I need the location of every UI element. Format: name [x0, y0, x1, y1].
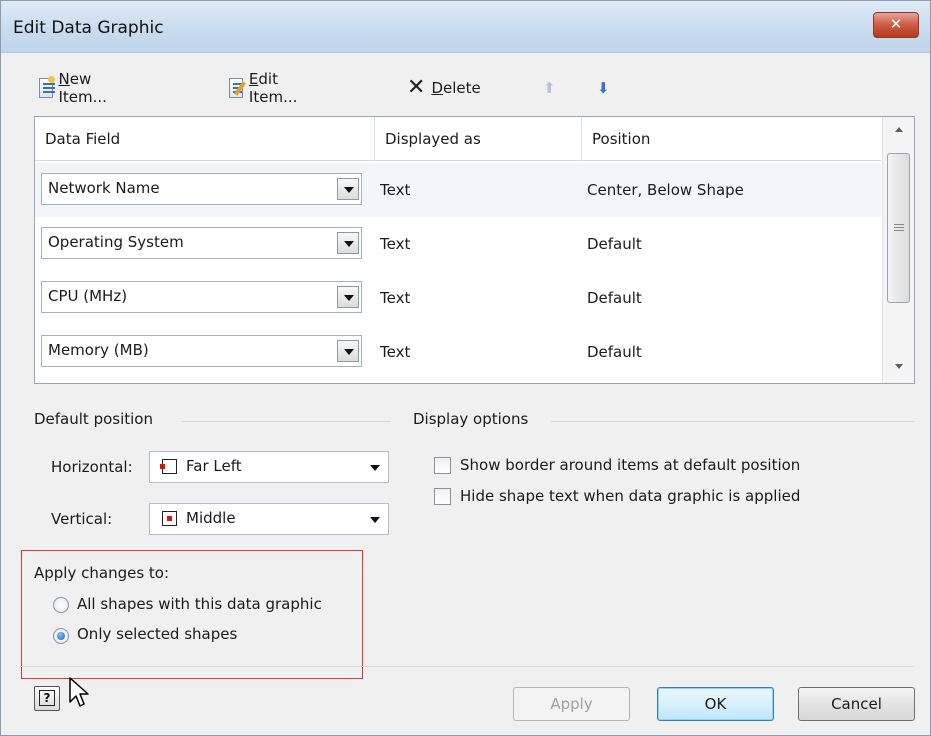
hide-shape-text-checkbox[interactable]	[434, 488, 451, 505]
only-selected-radio[interactable]	[53, 628, 69, 644]
displayed-as-cell: Text	[380, 181, 411, 199]
data-field-value: CPU (MHz)	[48, 287, 128, 305]
data-fields-grid: Data Field Displayed as Position Network…	[34, 116, 915, 384]
delete-button[interactable]: ✕ Delete	[407, 73, 481, 103]
close-button[interactable]: ✕	[873, 12, 919, 38]
horizontal-value: Far Left	[186, 457, 242, 475]
hide-shape-text-label[interactable]: Hide shape text when data graphic is app…	[460, 487, 800, 505]
chevron-down-icon[interactable]	[337, 286, 359, 308]
all-shapes-radio[interactable]	[53, 597, 69, 613]
data-field-value: Operating System	[48, 233, 184, 251]
all-shapes-label[interactable]: All shapes with this data graphic	[77, 595, 322, 613]
edit-item-icon	[229, 78, 243, 98]
middle-position-icon	[162, 511, 177, 526]
far-left-position-icon	[160, 459, 177, 474]
data-field-value: Network Name	[48, 179, 160, 197]
horizontal-position-select[interactable]: Far Left	[149, 451, 389, 483]
chevron-down-icon[interactable]	[337, 232, 359, 254]
arrow-down-icon: ⬇	[597, 79, 610, 97]
close-icon: ✕	[889, 15, 903, 33]
apply-button[interactable]: Apply	[513, 687, 630, 721]
grid-scrollbar[interactable]	[882, 117, 914, 383]
data-field-value: Memory (MB)	[48, 341, 149, 359]
grip-icon	[894, 224, 904, 225]
horizontal-label: Horizontal:	[51, 458, 133, 476]
table-row[interactable]: Network Name Text Center, Below Shape	[35, 163, 881, 217]
position-cell: Center, Below Shape	[587, 181, 744, 199]
data-field-combo[interactable]: Network Name	[41, 173, 362, 205]
chevron-down-icon[interactable]	[337, 340, 359, 362]
delete-mnemonic: D	[431, 79, 443, 97]
position-cell: Default	[587, 235, 642, 253]
display-options-heading: Display options	[413, 410, 529, 428]
table-row[interactable]: Operating System Text Default	[35, 217, 881, 271]
window-title: Edit Data Graphic	[13, 18, 164, 38]
edit-item-mnemonic: E	[248, 70, 259, 88]
new-item-icon	[39, 76, 55, 98]
delete-x-icon: ✕	[407, 75, 426, 100]
divider	[551, 421, 915, 422]
table-row[interactable]: Memory (MB) Text Default	[35, 325, 881, 379]
displayed-as-cell: Text	[380, 343, 411, 361]
apply-changes-heading: Apply changes to:	[34, 564, 170, 582]
edit-item-button[interactable]: Edit Item...	[229, 70, 303, 106]
delete-label: elete	[443, 79, 481, 97]
data-field-combo[interactable]: Memory (MB)	[41, 335, 362, 367]
scroll-down-icon[interactable]	[895, 364, 903, 369]
chevron-down-icon[interactable]	[337, 178, 359, 200]
new-item-button[interactable]: New Item...	[39, 70, 113, 106]
divider	[21, 666, 915, 667]
divider	[181, 421, 391, 422]
new-item-mnemonic: N	[58, 70, 70, 88]
cancel-button[interactable]: Cancel	[798, 687, 915, 721]
table-row[interactable]: CPU (MHz) Text Default	[35, 271, 881, 325]
position-cell: Default	[587, 289, 642, 307]
grid-header: Data Field Displayed as Position	[35, 117, 881, 161]
column-header-position[interactable]: Position	[582, 117, 881, 161]
data-field-combo[interactable]: CPU (MHz)	[41, 281, 362, 313]
help-icon: ?	[39, 690, 55, 706]
help-button[interactable]: ?	[34, 686, 60, 711]
default-position-heading: Default position	[34, 410, 153, 428]
scrollbar-thumb[interactable]	[887, 153, 910, 303]
displayed-as-cell: Text	[380, 289, 411, 307]
vertical-position-select[interactable]: Middle	[149, 503, 389, 535]
chevron-down-icon	[370, 465, 380, 471]
move-down-button[interactable]: ⬇	[597, 73, 610, 103]
show-border-checkbox[interactable]	[434, 457, 451, 474]
title-bar: Edit Data Graphic ✕	[1, 1, 930, 53]
chevron-down-icon	[370, 517, 380, 523]
vertical-label: Vertical:	[51, 510, 113, 528]
only-selected-label[interactable]: Only selected shapes	[77, 625, 237, 643]
move-up-button[interactable]: ⬆	[543, 73, 556, 103]
position-cell: Default	[587, 343, 642, 361]
scroll-up-icon[interactable]	[895, 127, 903, 132]
column-header-displayed-as[interactable]: Displayed as	[375, 117, 582, 161]
edit-data-graphic-dialog: Edit Data Graphic ✕ New Item... Edit Ite…	[0, 0, 931, 736]
ok-button[interactable]: OK	[657, 687, 774, 721]
data-field-combo[interactable]: Operating System	[41, 227, 362, 259]
show-border-label[interactable]: Show border around items at default posi…	[460, 456, 800, 474]
arrow-up-icon: ⬆	[543, 79, 556, 97]
column-header-data-field[interactable]: Data Field	[35, 117, 375, 161]
vertical-value: Middle	[186, 509, 236, 527]
displayed-as-cell: Text	[380, 235, 411, 253]
